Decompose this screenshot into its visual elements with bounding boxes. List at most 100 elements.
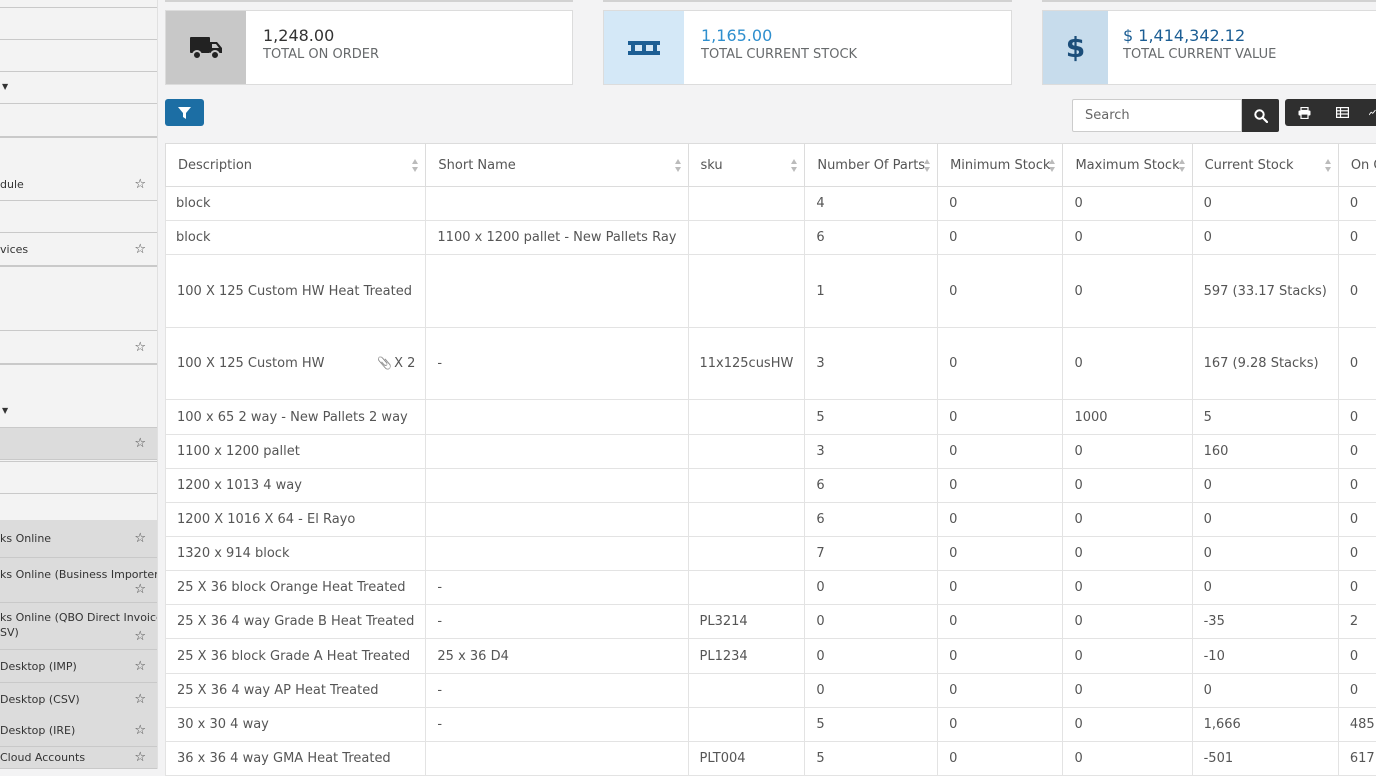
table-row[interactable]: 1320 x 914 block70000: [166, 537, 1376, 571]
table-row[interactable]: 100 x 65 2 way - New Pallets 2 way501000…: [166, 400, 1376, 435]
table-cell-parts: 6: [805, 221, 938, 255]
sidebar-item[interactable]: ks Online (Business Importer -☆: [0, 558, 158, 603]
description-text: 25 X 36 4 way Grade B Heat Treated: [177, 614, 414, 629]
sidebar-item[interactable]: [0, 40, 158, 72]
column-header-short-name[interactable]: Short Name: [426, 144, 688, 187]
sidebar-item[interactable]: dule ☆: [0, 169, 158, 201]
sidebar: ▼dule☆vices☆☆▼☆ks Online☆ks Online (Busi…: [0, 0, 158, 769]
column-header-current-stock[interactable]: Current Stock: [1192, 144, 1338, 187]
print-icon: [1298, 107, 1311, 119]
star-icon[interactable]: ☆: [134, 751, 146, 765]
table-row[interactable]: 1200 X 1016 X 64 - El Rayo60000: [166, 503, 1376, 537]
table-row[interactable]: 25 X 36 4 way Grade B Heat Treated-PL321…: [166, 605, 1376, 639]
star-icon[interactable]: ☆: [134, 243, 146, 257]
sidebar-item[interactable]: [0, 104, 158, 137]
table-cell-max: 0: [1063, 708, 1192, 742]
table-row[interactable]: 36 x 36 4 way GMA Heat TreatedPLT004500-…: [166, 742, 1376, 776]
table-cell-current: 0: [1192, 674, 1338, 708]
star-icon[interactable]: ☆: [134, 178, 146, 192]
table-cell-sku: [688, 221, 805, 255]
table-cell-short-name: [426, 537, 688, 571]
table-row[interactable]: 25 X 36 block Orange Heat Treated-00000: [166, 571, 1376, 605]
table-header-row: Description Short Name sku Number Of Par…: [166, 144, 1376, 187]
table-cell-max: 0: [1063, 537, 1192, 571]
table-cell-on-order: 0: [1338, 328, 1376, 400]
chart-icon: [1369, 107, 1376, 118]
sort-icon: [791, 159, 798, 172]
sidebar-item[interactable]: ks Online (QBO Direct InvoiceSV)☆: [0, 603, 158, 650]
sidebar-item[interactable]: ☆: [0, 428, 158, 460]
column-header-maximum-stock[interactable]: Maximum Stock: [1063, 144, 1192, 187]
filter-button[interactable]: [165, 99, 204, 126]
table-cell-description: 100 X 125 Custom HW📎X 2: [166, 328, 426, 400]
star-icon[interactable]: ☆: [134, 660, 146, 674]
column-header-description[interactable]: Description: [166, 144, 426, 187]
stock-table: Description Short Name sku Number Of Par…: [165, 143, 1376, 776]
table-cell-description: block: [166, 221, 426, 255]
table-row[interactable]: 100 X 125 Custom HW📎X 2-11x125cusHW30016…: [166, 328, 1376, 400]
column-header-label: Current Stock: [1205, 158, 1294, 173]
total-on-order-value: 1,248.00: [263, 26, 334, 45]
star-icon[interactable]: ☆: [134, 724, 146, 738]
sidebar-item[interactable]: Desktop (CSV)☆: [0, 683, 158, 716]
table-cell-current: 0: [1192, 187, 1338, 221]
star-icon[interactable]: ☆: [134, 437, 146, 451]
top-edge-right: [1042, 0, 1376, 2]
table-row[interactable]: 25 X 36 4 way AP Heat Treated-00000: [166, 674, 1376, 708]
sidebar-item[interactable]: ☆: [0, 331, 158, 364]
sidebar-item[interactable]: vices☆: [0, 234, 158, 266]
sidebar-item[interactable]: ▼: [0, 396, 158, 428]
table-cell-description: 25 X 36 block Grade A Heat Treated: [166, 639, 426, 674]
table-row[interactable]: 25 X 36 block Grade A Heat Treated25 x 3…: [166, 639, 1376, 674]
sidebar-item-label: dule: [0, 178, 24, 192]
table-cell-sku: [688, 708, 805, 742]
top-edge-left: [165, 0, 573, 2]
column-header-on-order[interactable]: On Order: [1338, 144, 1376, 187]
sidebar-item[interactable]: [0, 8, 158, 40]
sidebar-item[interactable]: ▼: [0, 72, 158, 104]
description-text: 25 X 36 block Orange Heat Treated: [177, 580, 406, 595]
table-cell-current: 5: [1192, 400, 1338, 435]
chart-button[interactable]: [1361, 99, 1376, 126]
star-icon[interactable]: ☆: [134, 630, 146, 644]
description-text: 100 X 125 Custom HW Heat Treated: [177, 284, 412, 299]
table-cell-short-name: -: [426, 328, 688, 400]
sidebar-item[interactable]: ks Online☆: [0, 520, 158, 558]
total-current-stock-label: TOTAL CURRENT STOCK: [701, 47, 857, 62]
sidebar-item[interactable]: Desktop (IRE)☆: [0, 715, 158, 747]
star-icon[interactable]: ☆: [134, 693, 146, 707]
table-row[interactable]: block40000: [166, 187, 1376, 221]
sidebar-item[interactable]: [0, 201, 158, 233]
table-row[interactable]: 30 x 30 4 way-5001,666485: [166, 708, 1376, 742]
sidebar-item[interactable]: [0, 299, 158, 331]
table-cell-description: 36 x 36 4 way GMA Heat Treated: [166, 742, 426, 776]
table-cell-on-order: 0: [1338, 221, 1376, 255]
table-row[interactable]: block1100 x 1200 pallet - New Pallets Ra…: [166, 221, 1376, 255]
star-icon[interactable]: ☆: [134, 583, 146, 597]
table-cell-current: 0: [1192, 469, 1338, 503]
columns-button[interactable]: [1323, 99, 1361, 126]
filter-icon: [178, 107, 191, 119]
table-cell-description: block: [166, 187, 426, 221]
column-header-number-of-parts[interactable]: Number Of Parts: [805, 144, 938, 187]
sidebar-item[interactable]: [0, 0, 158, 8]
table-row[interactable]: 100 X 125 Custom HW Heat Treated100597 (…: [166, 255, 1376, 328]
table-cell-short-name: -: [426, 674, 688, 708]
star-icon[interactable]: ☆: [134, 532, 146, 546]
column-header-minimum-stock[interactable]: Minimum Stock: [938, 144, 1063, 187]
sort-icon: [412, 159, 419, 172]
pallet-icon: [604, 11, 684, 84]
total-current-value-card: $ $ 1,414,342.12 TOTAL CURRENT VALUE: [1042, 10, 1376, 85]
search-input[interactable]: [1072, 99, 1242, 132]
attachment-count[interactable]: 📎X 2: [377, 354, 415, 373]
search-button[interactable]: [1242, 99, 1279, 132]
table-row[interactable]: 1200 x 1013 4 way60000: [166, 469, 1376, 503]
print-button[interactable]: [1285, 99, 1323, 126]
table-row[interactable]: 1100 x 1200 pallet3001600: [166, 435, 1376, 469]
sidebar-item[interactable]: Cloud Accounts☆: [0, 747, 158, 769]
table-cell-min: 0: [938, 328, 1063, 400]
column-header-sku[interactable]: sku: [688, 144, 805, 187]
sidebar-item[interactable]: Desktop (IMP)☆: [0, 650, 158, 683]
table-cell-current: -35: [1192, 605, 1338, 639]
star-icon[interactable]: ☆: [134, 341, 146, 355]
